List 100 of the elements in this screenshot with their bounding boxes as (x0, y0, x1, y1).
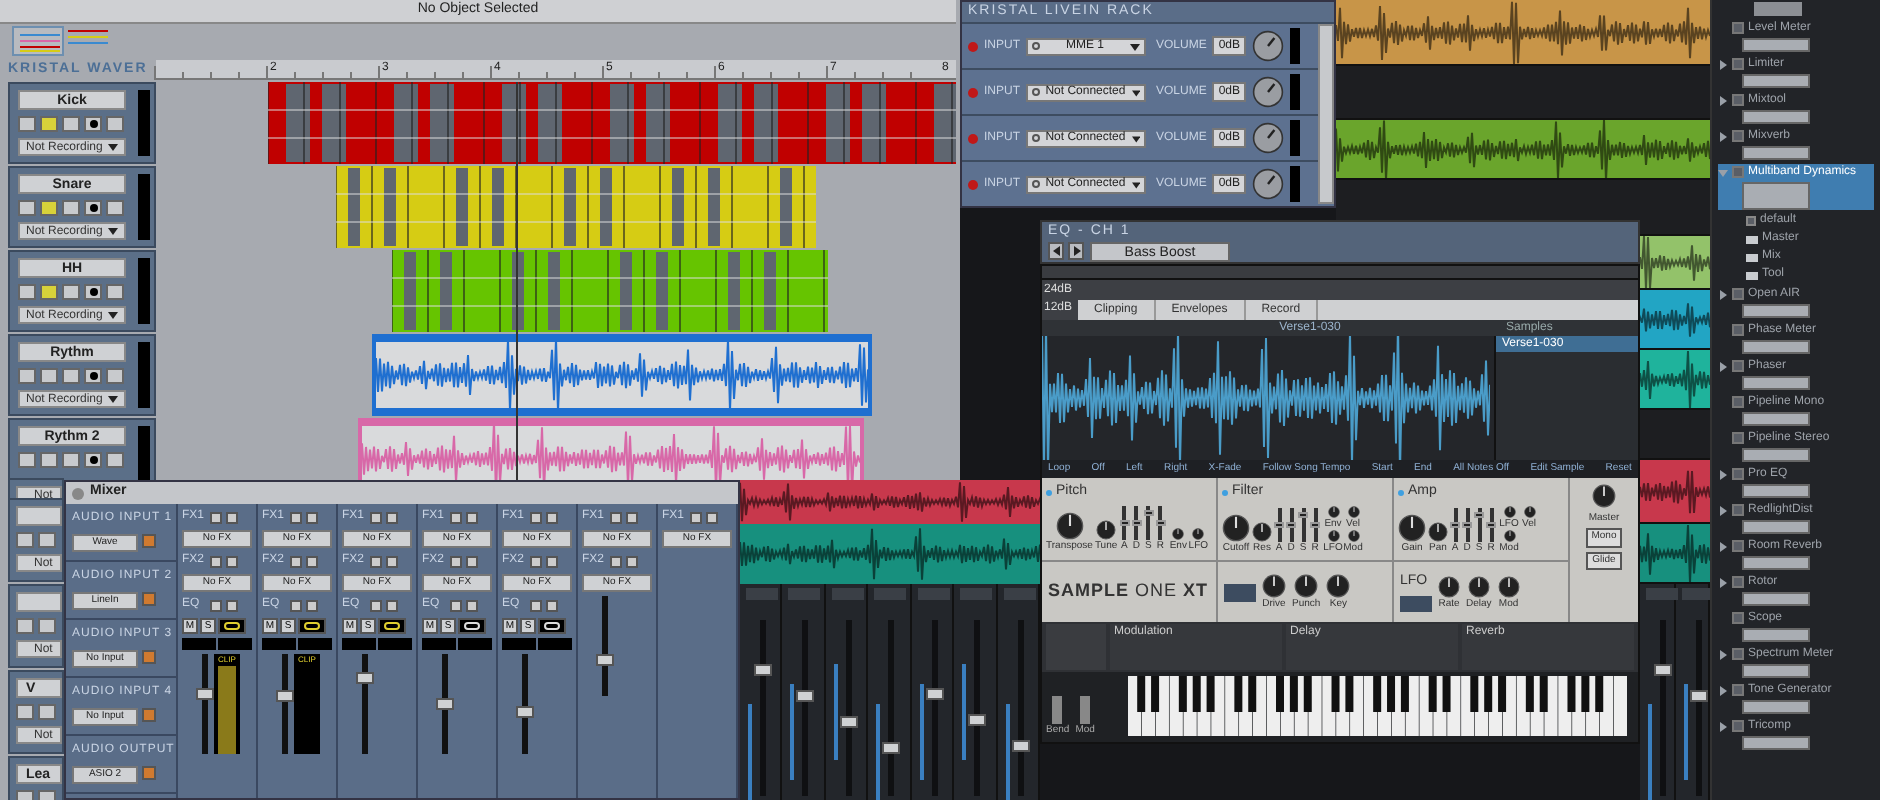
slider-thumb[interactable] (1119, 519, 1130, 525)
edit-button[interactable] (370, 555, 382, 567)
bypass-button[interactable] (306, 555, 318, 567)
bypass-button[interactable] (466, 511, 478, 523)
slider[interactable] (1143, 505, 1154, 539)
fader-thumb[interactable] (276, 690, 294, 703)
folder-icon[interactable] (18, 116, 36, 132)
bypass-button[interactable] (306, 599, 318, 611)
loop-button[interactable] (40, 368, 58, 384)
stereo-link-button[interactable] (538, 618, 566, 634)
record-button[interactable] (84, 200, 102, 216)
edit-button[interactable] (210, 555, 222, 567)
waveform-selector[interactable] (1224, 583, 1256, 601)
bypass-button[interactable] (466, 555, 478, 567)
bypass-button[interactable] (546, 511, 558, 523)
speaker-icon[interactable] (106, 452, 124, 468)
slider-thumb[interactable] (1286, 521, 1296, 527)
previous-button[interactable] (1048, 242, 1064, 260)
edit-button[interactable] (450, 555, 462, 567)
volume-knob[interactable] (1252, 122, 1285, 154)
bypass-button[interactable] (706, 511, 718, 523)
edit-button[interactable] (690, 511, 702, 523)
slider-thumb[interactable] (1143, 510, 1154, 517)
bypass-button[interactable] (626, 555, 638, 567)
bypass-button[interactable] (626, 511, 638, 523)
record-button[interactable] (84, 116, 102, 132)
bypass-button[interactable] (546, 599, 558, 611)
loop-button[interactable] (40, 452, 58, 468)
loop-button[interactable] (40, 116, 58, 132)
edit-button[interactable] (370, 511, 382, 523)
loop-button[interactable] (38, 618, 56, 634)
eye-icon[interactable] (62, 116, 80, 132)
fader-thumb[interactable] (596, 653, 614, 666)
slider-thumb[interactable] (1155, 519, 1166, 525)
bypass-button[interactable] (386, 511, 398, 523)
loop-button[interactable] (38, 532, 56, 548)
slider-thumb[interactable] (1298, 512, 1308, 519)
record-button[interactable] (84, 284, 102, 300)
slider-thumb[interactable] (1474, 512, 1484, 519)
bypass-button[interactable] (466, 599, 478, 611)
eye-icon[interactable] (62, 200, 80, 216)
stereo-link-button[interactable] (378, 618, 406, 634)
speaker-icon[interactable] (106, 284, 124, 300)
eye-icon[interactable] (62, 368, 80, 384)
edit-button[interactable] (210, 599, 222, 611)
bypass-button[interactable] (386, 555, 398, 567)
slider[interactable] (1474, 507, 1484, 541)
speaker-icon[interactable] (106, 200, 124, 216)
folder-icon[interactable] (18, 368, 36, 384)
stereo-link-button[interactable] (298, 618, 326, 634)
eye-icon[interactable] (62, 452, 80, 468)
edit-button[interactable] (290, 599, 302, 611)
stereo-link-button[interactable] (458, 618, 486, 634)
edit-button[interactable] (530, 599, 542, 611)
record-button[interactable] (84, 452, 102, 468)
folder-icon[interactable] (16, 618, 34, 634)
folder-icon[interactable] (18, 200, 36, 216)
fader-thumb[interactable] (436, 698, 454, 710)
next-button[interactable] (1068, 242, 1084, 260)
folder-icon[interactable] (18, 284, 36, 300)
loop-button[interactable] (40, 284, 58, 300)
slider-thumb[interactable] (1131, 519, 1142, 525)
slider-thumb[interactable] (1274, 521, 1284, 527)
fader-thumb[interactable] (356, 671, 374, 684)
lfo-shape-selector[interactable] (1400, 595, 1432, 612)
bypass-button[interactable] (546, 555, 558, 567)
edit-button[interactable] (530, 511, 542, 523)
slider[interactable] (1298, 507, 1308, 541)
edit-button[interactable] (450, 599, 462, 611)
folder-icon[interactable] (18, 452, 36, 468)
loop-button[interactable] (40, 200, 58, 216)
folder-icon[interactable] (16, 704, 34, 720)
wheel[interactable] (1080, 695, 1091, 723)
record-button[interactable] (84, 368, 102, 384)
slider-thumb[interactable] (1486, 521, 1496, 527)
edit-button[interactable] (290, 555, 302, 567)
speaker-icon[interactable] (106, 116, 124, 132)
edit-button[interactable] (450, 511, 462, 523)
edit-button[interactable] (370, 599, 382, 611)
volume-knob[interactable] (1252, 30, 1285, 62)
volume-knob[interactable] (1252, 168, 1285, 200)
eye-icon[interactable] (62, 284, 80, 300)
loop-button[interactable] (38, 704, 56, 720)
bypass-button[interactable] (226, 511, 238, 523)
folder-icon[interactable] (16, 532, 34, 548)
edit-button[interactable] (290, 511, 302, 523)
edit-button[interactable] (530, 555, 542, 567)
fader-thumb[interactable] (516, 706, 534, 719)
slider-thumb[interactable] (1450, 521, 1460, 527)
bypass-button[interactable] (306, 511, 318, 523)
slider-thumb[interactable] (1462, 521, 1472, 527)
stereo-link-button[interactable] (218, 618, 246, 634)
bypass-button[interactable] (226, 599, 238, 611)
volume-knob[interactable] (1252, 76, 1285, 108)
bypass-button[interactable] (386, 599, 398, 611)
wheel[interactable] (1052, 695, 1063, 723)
edit-button[interactable] (610, 511, 622, 523)
slider-thumb[interactable] (1310, 521, 1320, 527)
edit-button[interactable] (210, 511, 222, 523)
edit-button[interactable] (610, 555, 622, 567)
